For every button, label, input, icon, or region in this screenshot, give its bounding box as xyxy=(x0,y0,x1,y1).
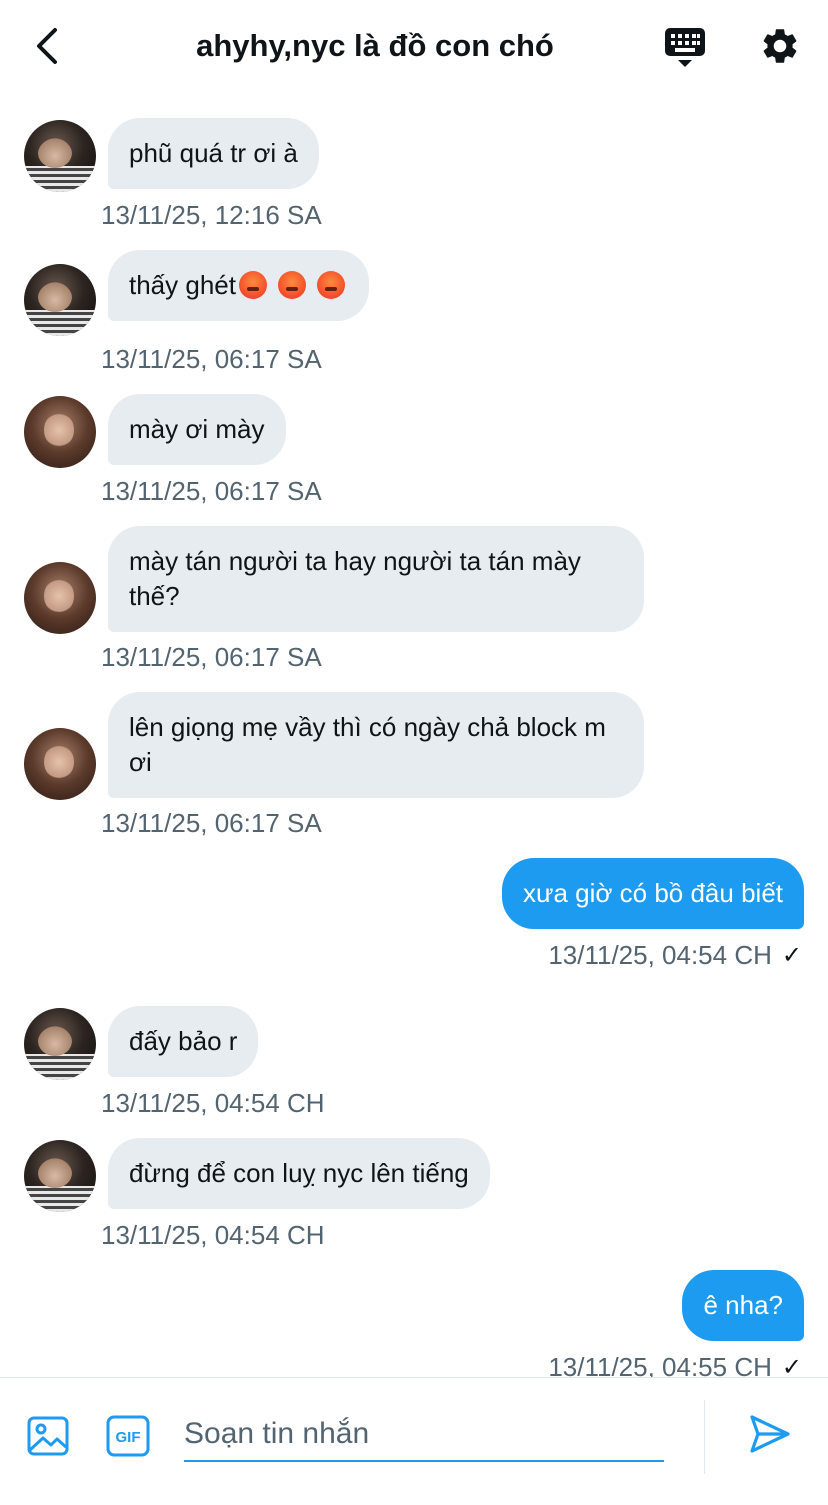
back-arrow-icon xyxy=(37,28,57,64)
avatar[interactable] xyxy=(24,562,96,634)
message-bubble-incoming[interactable]: thấy ghét xyxy=(108,250,369,321)
dm-conversation-screen: ahyhy,nyc là đồ con chó phũ quá tr ơi à xyxy=(0,0,828,1505)
avatar[interactable] xyxy=(24,1140,96,1212)
message-bubble-outgoing[interactable]: xưa giờ có bồ đâu biết xyxy=(502,858,804,929)
timestamp-text: 13/11/25, 04:54 CH xyxy=(548,940,772,970)
message-timestamp: 13/11/25, 06:17 SA xyxy=(101,344,322,374)
gear-icon xyxy=(763,29,797,63)
settings-button[interactable] xyxy=(756,22,804,70)
send-button[interactable] xyxy=(748,1412,796,1460)
message-text: đấy bảo r xyxy=(129,1026,238,1056)
gif-icon: GIF xyxy=(106,1415,150,1457)
message-text: đừng để con luỵ nyc lên tiếng xyxy=(129,1158,469,1188)
message-bubble-incoming[interactable]: mày tán người ta hay người ta tán mày th… xyxy=(108,526,644,632)
gif-label: GIF xyxy=(116,1429,141,1446)
message-text: thấy ghét xyxy=(129,270,236,300)
sent-check-icon: ✓ xyxy=(781,1354,802,1377)
message-bubble-incoming[interactable]: lên giọng mẹ vầy thì có ngày chả block m… xyxy=(108,692,644,798)
send-icon xyxy=(750,1415,790,1453)
message-timestamp: 13/11/25, 04:54 CH xyxy=(101,1220,325,1250)
timestamp-text: 13/11/25, 04:55 CH xyxy=(548,1352,772,1377)
message-bubble-incoming[interactable]: đừng để con luỵ nyc lên tiếng xyxy=(108,1138,490,1209)
message-bubble-incoming[interactable]: đấy bảo r xyxy=(108,1006,259,1077)
message-text: mày ơi mày xyxy=(129,414,265,444)
message-text: mày tán người ta hay người ta tán mày th… xyxy=(129,546,581,611)
message-timestamp: 13/11/25, 04:54 CH xyxy=(101,1088,325,1118)
avatar[interactable] xyxy=(24,728,96,800)
add-gif-button[interactable]: GIF xyxy=(106,1414,150,1458)
sent-check-icon: ✓ xyxy=(781,942,802,969)
message-timestamp: 13/11/25, 12:16 SA xyxy=(101,200,322,230)
message-bubble-outgoing[interactable]: ê nha? xyxy=(682,1270,804,1341)
message-bubble-incoming[interactable]: mày ơi mày xyxy=(108,394,286,465)
message-timestamp: 13/11/25, 06:17 SA xyxy=(101,642,322,672)
angry-face-emoji-icon xyxy=(277,271,306,299)
add-image-button[interactable] xyxy=(26,1414,70,1458)
message-timestamp: 13/11/25, 06:17 SA xyxy=(101,808,322,838)
angry-face-emoji-icon xyxy=(238,271,267,299)
message-text: ê nha? xyxy=(703,1290,783,1320)
avatar[interactable] xyxy=(24,264,96,336)
message-text: lên giọng mẹ vầy thì có ngày chả block m… xyxy=(129,712,606,777)
composer-divider xyxy=(704,1400,705,1474)
image-icon xyxy=(27,1416,69,1456)
keyboard-icon xyxy=(665,28,705,67)
message-text: phũ quá tr ơi à xyxy=(129,138,298,168)
message-timestamp: 13/11/25, 04:54 CH ✓ xyxy=(548,940,802,971)
avatar[interactable] xyxy=(24,1008,96,1080)
avatar[interactable] xyxy=(24,396,96,468)
back-button[interactable] xyxy=(26,24,66,68)
conversation-header: ahyhy,nyc là đồ con chó xyxy=(0,0,828,92)
message-text: xưa giờ có bồ đâu biết xyxy=(523,878,783,908)
avatar[interactable] xyxy=(24,120,96,192)
angry-face-emoji-icon xyxy=(316,271,345,299)
message-list[interactable]: phũ quá tr ơi à 13/11/25, 12:16 SA thấy … xyxy=(0,92,828,1377)
message-timestamp: 13/11/25, 04:55 CH ✓ xyxy=(548,1352,802,1377)
conversation-title: ahyhy,nyc là đồ con chó xyxy=(196,28,554,63)
message-timestamp: 13/11/25, 06:17 SA xyxy=(101,476,322,506)
message-composer: GIF xyxy=(0,1377,828,1505)
keyboard-button[interactable] xyxy=(660,22,710,72)
message-bubble-incoming[interactable]: phũ quá tr ơi à xyxy=(108,118,319,189)
message-input[interactable] xyxy=(184,1408,664,1462)
